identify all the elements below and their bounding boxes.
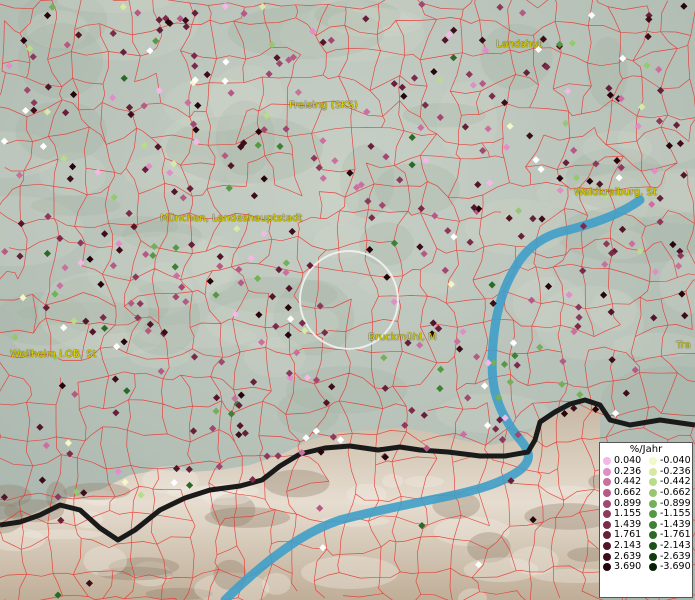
legend-row-negative: -2.143 <box>646 541 692 552</box>
relief-shade <box>359 222 415 266</box>
relief-shade <box>30 195 121 216</box>
legend-swatch <box>649 478 657 487</box>
legend-value: -0.442 <box>660 476 691 488</box>
legend-value: 2.639 <box>614 550 642 562</box>
legend-swatch <box>649 489 657 498</box>
legend-swatch <box>603 552 611 561</box>
legend-swatch <box>649 552 657 561</box>
legend-value: 0.899 <box>614 497 642 509</box>
legend-value: 1.155 <box>614 508 642 520</box>
legend-negative-column: -0.040 -0.236 -0.442 -0.662 -0.899 -1.155 -1.4… <box>646 456 692 573</box>
legend-swatch <box>649 531 657 540</box>
legend-value: -3.690 <box>660 561 691 573</box>
legend-row-positive: 3.690 <box>600 562 646 573</box>
legend-value: 1.761 <box>614 529 642 541</box>
legend-value: 3.690 <box>614 561 642 573</box>
legend-value: 1.439 <box>614 518 642 530</box>
legend-value: 2.143 <box>614 540 642 552</box>
legend-row-negative: -0.662 <box>646 488 692 499</box>
legend-swatch <box>603 478 611 487</box>
legend-value: -0.040 <box>660 455 691 467</box>
legend-row-positive: 0.040 <box>600 456 646 467</box>
map-svg <box>0 0 695 600</box>
relief-shade <box>358 271 458 298</box>
legend-swatch <box>603 510 611 519</box>
legend-value: 0.040 <box>614 455 642 467</box>
legend-value: -0.236 <box>660 465 691 477</box>
legend-row-negative: -3.690 <box>646 562 692 573</box>
relief-shade <box>535 285 644 361</box>
legend-value: -0.899 <box>660 497 691 509</box>
legend-row-positive: 2.143 <box>600 541 646 552</box>
legend-value: -1.155 <box>660 508 691 520</box>
legend-swatch <box>649 499 657 508</box>
legend-swatch <box>649 542 657 551</box>
legend-positive-column: 0.040 0.236 0.442 0.662 0.899 1.155 1.439 1.761… <box>600 456 646 573</box>
legend-row-negative: -1.155 <box>646 509 692 520</box>
legend-value: -2.639 <box>660 550 691 562</box>
legend-title: %/Jahr <box>629 444 663 455</box>
relief-shade <box>327 7 424 38</box>
legend-swatch <box>603 563 611 572</box>
legend-value: -1.761 <box>660 529 691 541</box>
relief-shade <box>402 102 486 128</box>
alps-shade <box>463 557 539 582</box>
legend-swatch <box>603 542 611 551</box>
legend-row-negative: -0.040 <box>646 456 692 467</box>
legend-value: 0.236 <box>614 465 642 477</box>
legend-swatch <box>649 563 657 572</box>
legend-value: -0.662 <box>660 487 691 499</box>
legend-swatch <box>603 457 611 466</box>
alps-shade <box>382 474 404 488</box>
relief-shade <box>163 77 266 132</box>
legend-swatch <box>649 457 657 466</box>
legend-row-positive: 1.155 <box>600 509 646 520</box>
legend-swatch <box>603 489 611 498</box>
relief-shade <box>244 336 306 378</box>
legend-value: 0.442 <box>614 476 642 488</box>
relief-shade <box>15 101 108 162</box>
legend-swatch <box>603 531 611 540</box>
legend-value: -1.439 <box>660 518 691 530</box>
legend: %/Jahr 0.040 0.236 0.442 0.662 0.899 1.155 1.4… <box>599 442 693 598</box>
legend-swatch <box>603 467 611 476</box>
legend-row-positive: 0.662 <box>600 488 646 499</box>
legend-value: 0.662 <box>614 487 642 499</box>
relief-shade <box>37 272 149 351</box>
legend-swatch <box>603 520 611 529</box>
legend-swatch <box>649 467 657 476</box>
legend-swatch <box>649 520 657 529</box>
legend-swatch <box>603 499 611 508</box>
relief-shade <box>17 23 104 99</box>
alps-shade <box>346 483 387 505</box>
map-canvas[interactable]: Landshut Freising (SKS) München, Landesh… <box>0 0 695 600</box>
legend-swatch <box>649 510 657 519</box>
legend-value: -2.143 <box>660 540 691 552</box>
